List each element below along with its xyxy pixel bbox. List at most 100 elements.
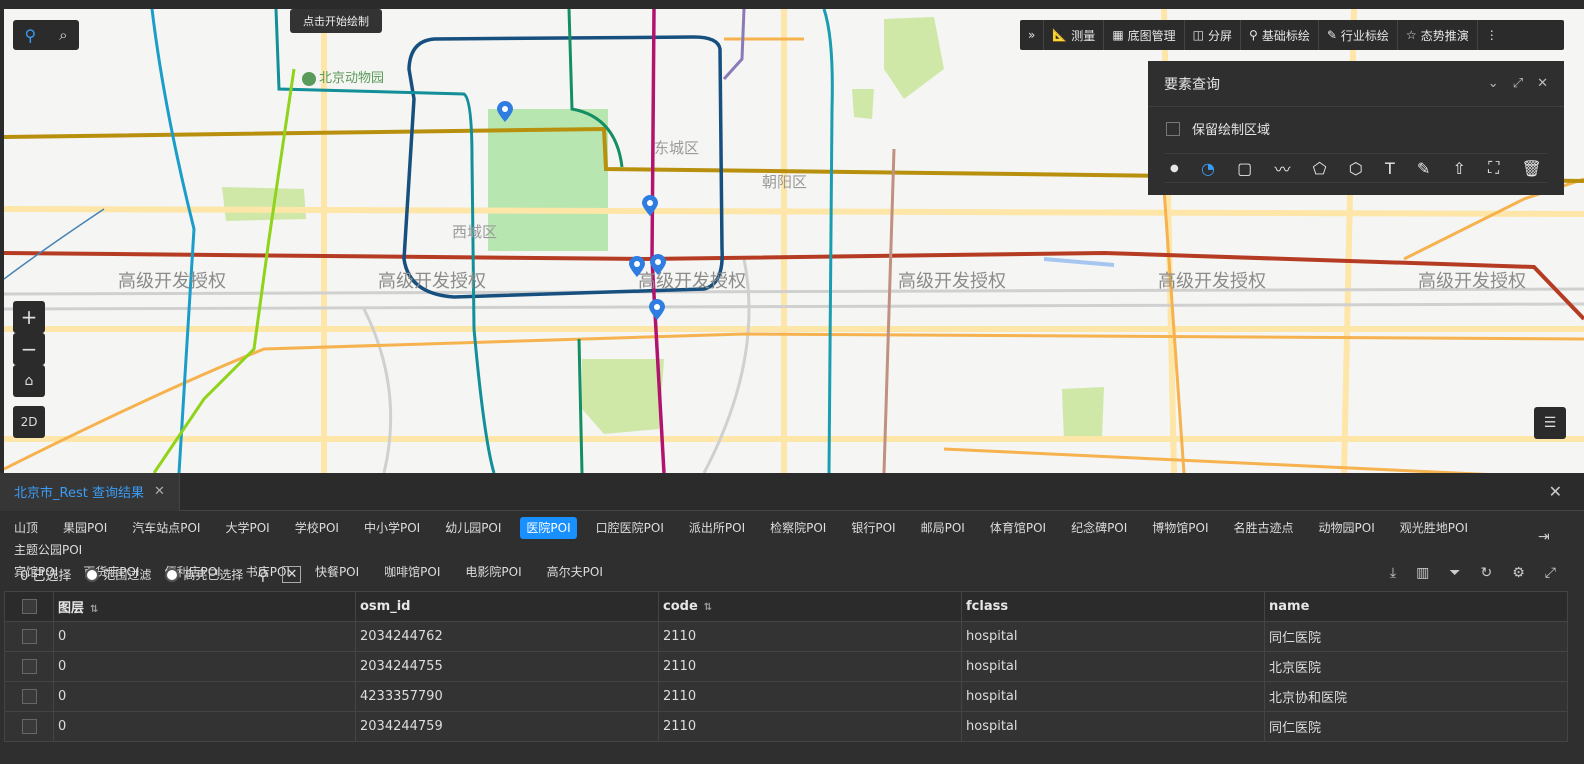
category-item[interactable]: 纪念碑POI xyxy=(1065,517,1133,539)
sort-icon[interactable]: ⇅ xyxy=(704,602,712,613)
category-item[interactable]: 检察院POI xyxy=(764,517,832,539)
category-item[interactable]: 口腔医院POI xyxy=(590,517,670,539)
zoom-out-button[interactable]: − xyxy=(13,333,45,365)
text-icon[interactable]: T xyxy=(1385,159,1395,178)
circle-icon[interactable]: ◔ xyxy=(1201,159,1215,178)
view-mode-button[interactable]: 2D xyxy=(13,406,45,438)
settings-icon[interactable]: ⚙ xyxy=(1512,565,1525,581)
toolbar-situation-button[interactable]: ☆ 态势推演 xyxy=(1398,20,1478,50)
category-item[interactable]: 大学POI xyxy=(219,517,275,539)
category-item-selected[interactable]: 医院POI xyxy=(520,517,577,539)
category-item[interactable]: 快餐POI xyxy=(309,561,365,583)
map-tool-icon[interactable]: ⛶ xyxy=(1488,158,1499,178)
category-item[interactable]: 山顶 xyxy=(8,517,44,539)
category-item[interactable]: 名胜古迹点 xyxy=(1228,517,1300,539)
category-item[interactable]: 果园POI xyxy=(57,517,113,539)
chart-icon[interactable]: ▥ xyxy=(1416,565,1429,581)
category-item[interactable]: 中小学POI xyxy=(358,517,426,539)
zoom-in-button[interactable]: + xyxy=(13,301,45,333)
edit-icon[interactable]: ✎ xyxy=(1417,159,1430,178)
column-header[interactable]: name xyxy=(1264,591,1568,622)
table-row[interactable]: 0 2034244759 2110 hospital 同仁医院 xyxy=(4,711,1568,742)
table-row[interactable]: 0 2034244755 2110 hospital 北京医院 xyxy=(4,651,1568,682)
category-item[interactable]: 学校POI xyxy=(289,517,345,539)
category-item[interactable]: 咖啡馆POI xyxy=(378,561,446,583)
select-all-checkbox[interactable] xyxy=(21,599,37,614)
row-checkbox[interactable] xyxy=(21,719,37,734)
result-options: 0 已选择 范围过滤 高亮已选择 ⚲ ✕ xyxy=(20,565,302,584)
toolbar-industry-plot-button[interactable]: ✎ 行业标绘 xyxy=(1319,20,1398,50)
results-tab[interactable]: 北京市_Rest 查询结果 ✕ xyxy=(0,472,180,511)
window-top-strip xyxy=(0,0,1584,9)
polygon-icon[interactable]: ⬠ xyxy=(1313,159,1327,178)
close-icon[interactable]: ✕ xyxy=(1537,76,1548,91)
category-item[interactable]: 主题公园POI xyxy=(8,539,88,561)
export-icon[interactable]: ⇥ xyxy=(1538,529,1550,545)
results-table: 图层 ⇅ osm_id code ⇅ fclass name 0 203424476… xyxy=(4,591,1568,742)
row-checkbox[interactable] xyxy=(21,629,37,644)
refresh-icon[interactable]: ↻ xyxy=(1481,565,1493,581)
layer-list-button[interactable]: ☰ xyxy=(1534,407,1566,439)
row-checkbox[interactable] xyxy=(21,689,37,704)
table-cell: 4233357790 xyxy=(355,681,659,712)
polyline-icon[interactable]: 〰 xyxy=(1274,156,1290,180)
feature-query-panel: 要素查询 ⌄ ⤢ ✕ 保留绘制区域 ● ◔ ▢ 〰 ⬠ ⬡ T ✎ ⇧ ⛶ 🗑 xyxy=(1148,61,1564,195)
category-item[interactable]: 银行POI xyxy=(845,517,901,539)
table-row[interactable]: 0 4233357790 2110 hospital 北京协和医院 xyxy=(4,681,1568,712)
category-item[interactable]: 电影院POI xyxy=(459,561,527,583)
toolbar-basic-plot-button[interactable]: ⚲ 基础标绘 xyxy=(1241,20,1319,50)
column-header[interactable]: 图层 ⇅ xyxy=(53,591,356,622)
category-item[interactable]: 动物园POI xyxy=(1313,517,1381,539)
fullscreen-icon[interactable]: ⤢ xyxy=(1545,565,1556,581)
fullscreen-icon[interactable]: ⤢ xyxy=(1513,76,1523,91)
map-marker-icon[interactable] xyxy=(628,256,646,278)
point-icon[interactable]: ● xyxy=(1170,163,1179,174)
category-item[interactable]: 邮局POI xyxy=(915,517,971,539)
column-header[interactable]: osm_id xyxy=(355,591,659,622)
panel-close-icon[interactable]: ✕ xyxy=(1549,482,1562,501)
keep-region-checkbox[interactable] xyxy=(1166,121,1180,136)
sort-icon[interactable]: ⇅ xyxy=(90,604,98,615)
map-marker-icon[interactable] xyxy=(648,299,666,321)
rectangle-icon[interactable]: ▢ xyxy=(1237,159,1252,178)
row-checkbox[interactable] xyxy=(21,659,37,674)
cube-icon[interactable]: ⬡ xyxy=(1349,159,1363,178)
map-marker-icon[interactable] xyxy=(649,254,667,276)
basemap-icon: ▦ xyxy=(1112,28,1124,42)
download-icon[interactable]: ⤓ xyxy=(1390,565,1396,581)
highlight-toggle[interactable]: 高亮已选择 xyxy=(165,566,243,583)
category-item[interactable]: 派出所POI xyxy=(683,517,751,539)
toolbar-basemap-button[interactable]: ▦ 底图管理 xyxy=(1104,20,1185,50)
category-item[interactable]: 观光胜地POI xyxy=(1394,517,1474,539)
toolbar-measure-button[interactable]: 📐 测量 xyxy=(1044,20,1105,50)
results-tab-label: 北京市_Rest 查询结果 xyxy=(14,486,144,501)
clear-selection-icon[interactable]: ✕ xyxy=(282,566,302,583)
tab-close-icon[interactable]: ✕ xyxy=(154,484,165,499)
map-marker-icon[interactable] xyxy=(496,101,514,123)
trash-icon[interactable]: 🗑 xyxy=(1522,159,1542,178)
home-button[interactable]: ⌂ xyxy=(13,365,45,397)
toolbar-expand-button[interactable]: » xyxy=(1020,20,1045,50)
category-item[interactable]: 汽车站点POI xyxy=(126,517,206,539)
keep-region-label: 保留绘制区域 xyxy=(1192,123,1271,138)
category-item[interactable]: 博物馆POI xyxy=(1146,517,1214,539)
locate-icon[interactable]: ⚲ xyxy=(257,566,268,584)
toolbar-split-button[interactable]: ◫ 分屏 xyxy=(1185,20,1242,50)
category-item[interactable]: 高尔夫POI xyxy=(541,561,609,583)
toolbar-more-button[interactable]: ⋮ xyxy=(1478,20,1506,50)
results-panel: 北京市_Rest 查询结果 ✕ ✕ 山顶 果园POI 汽车站点POI 大学POI 学校P… xyxy=(0,472,1584,764)
column-header[interactable]: code ⇅ xyxy=(658,591,962,622)
map-label-dongcheng: 东城区 xyxy=(654,139,700,157)
collapse-icon[interactable]: ⌄ xyxy=(1488,76,1499,91)
location-icon[interactable]: ⚲ xyxy=(24,26,36,45)
category-item[interactable]: 幼儿园POI xyxy=(439,517,507,539)
range-filter-toggle[interactable]: 范围过滤 xyxy=(85,566,151,583)
map-marker-icon[interactable] xyxy=(641,195,659,217)
table-row[interactable]: 0 2034244762 2110 hospital 同仁医院 xyxy=(4,621,1568,652)
zoo-icon xyxy=(302,71,316,86)
filter-icon[interactable]: ⏷ xyxy=(1449,565,1460,581)
upload-icon[interactable]: ⇧ xyxy=(1453,159,1466,178)
category-item[interactable]: 体育馆POI xyxy=(984,517,1052,539)
column-header[interactable]: fclass xyxy=(961,591,1265,622)
search-icon[interactable]: ⌕ xyxy=(59,26,67,44)
